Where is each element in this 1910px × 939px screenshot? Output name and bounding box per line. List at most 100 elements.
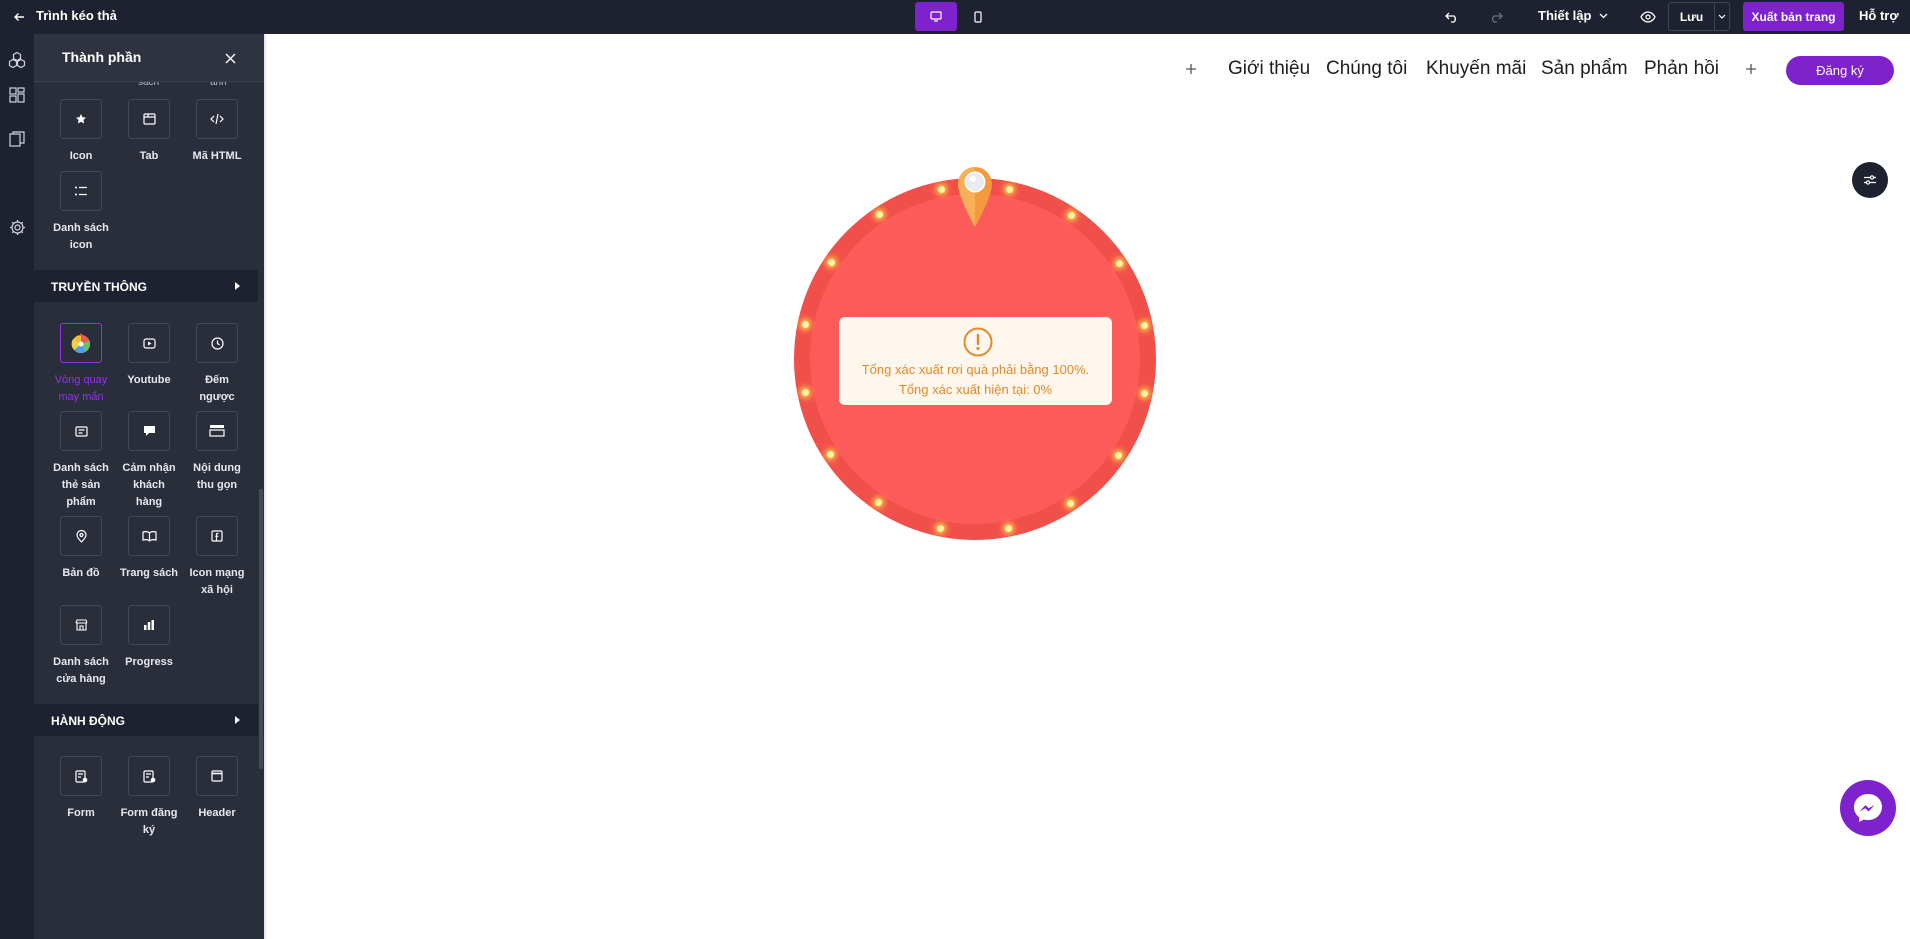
component-store-list[interactable]: Danh sách cửa hàng bbox=[51, 605, 111, 688]
component-label: Progress bbox=[125, 656, 173, 668]
settings-dropdown[interactable]: Thiết lập bbox=[1538, 8, 1608, 23]
component-progress[interactable]: Progress bbox=[119, 605, 179, 671]
component-social-icons[interactable]: Icon mạng xã hội bbox=[187, 516, 247, 599]
undo-icon[interactable] bbox=[1442, 7, 1462, 27]
component-label: Vòng quay may mắn bbox=[54, 374, 108, 403]
youtube-icon bbox=[142, 337, 156, 349]
probability-warning: Tổng xác xuất rơi quà phải bằng 100%. Tổ… bbox=[839, 317, 1112, 405]
facebook-icon bbox=[211, 530, 223, 542]
component-lucky-wheel[interactable]: Vòng quay may mắn bbox=[51, 323, 111, 406]
messenger-chat-button[interactable] bbox=[1840, 780, 1896, 836]
component-icon[interactable]: Icon bbox=[51, 99, 111, 165]
components-icon[interactable] bbox=[8, 51, 26, 69]
nav-item-phan-hoi[interactable]: Phản hồi bbox=[1644, 58, 1719, 80]
component-label: Danh sách cửa hàng bbox=[53, 656, 109, 685]
caret-right-icon bbox=[235, 282, 240, 290]
component-tab[interactable]: Tab bbox=[119, 99, 179, 165]
component-label: Header bbox=[198, 807, 236, 819]
testimonial-icon bbox=[143, 426, 155, 436]
save-options-dropdown[interactable] bbox=[1715, 2, 1730, 31]
redo-icon[interactable] bbox=[1486, 7, 1506, 27]
save-button[interactable]: Lưu bbox=[1668, 2, 1715, 31]
support-link[interactable]: Hỗ trợ bbox=[1859, 8, 1899, 23]
wheel-bulb bbox=[1004, 525, 1012, 533]
component-book[interactable]: Trang sách bbox=[119, 516, 179, 582]
cut-off-label: ảnh bbox=[210, 82, 227, 88]
sections-grid-icon[interactable] bbox=[8, 86, 26, 104]
wheel-pointer-icon bbox=[958, 167, 992, 227]
component-label: Cảm nhận khách hàng bbox=[122, 462, 176, 508]
back-arrow-icon[interactable] bbox=[10, 8, 28, 26]
component-youtube[interactable]: Youtube bbox=[119, 323, 179, 389]
component-label: Icon bbox=[69, 150, 93, 162]
sliders-settings-icon[interactable] bbox=[1852, 162, 1888, 198]
component-label: Nội dung thu gọn bbox=[193, 462, 241, 491]
component-html[interactable]: Mã HTML bbox=[187, 99, 247, 165]
book-icon bbox=[141, 531, 157, 542]
wheel-bulb bbox=[801, 388, 809, 396]
mobile-view-button[interactable] bbox=[957, 2, 999, 31]
component-map[interactable]: Bản đồ bbox=[51, 516, 111, 582]
wheel-bulb bbox=[1067, 499, 1075, 507]
panel-scrollbar[interactable] bbox=[259, 489, 263, 769]
list-icon bbox=[75, 186, 87, 196]
store-icon bbox=[74, 619, 88, 631]
app-title: Trình kéo thả bbox=[36, 8, 117, 23]
product-card-icon bbox=[74, 425, 88, 437]
nav-item-khuyen-mai[interactable]: Khuyến mãi bbox=[1426, 58, 1526, 80]
wheel-bulb bbox=[874, 498, 882, 506]
nav-item-chung-toi[interactable]: Chúng tôi bbox=[1326, 58, 1407, 80]
component-register-form[interactable]: Form đăng ký bbox=[119, 756, 179, 839]
component-label: Danh sách icon bbox=[53, 222, 109, 251]
clock-icon bbox=[210, 336, 224, 350]
wheel-bulb bbox=[1141, 389, 1149, 397]
section-title: TRUYỀN THÔNG bbox=[51, 280, 147, 294]
section-media-header[interactable]: TRUYỀN THÔNG bbox=[34, 270, 258, 302]
close-icon[interactable] bbox=[222, 50, 238, 66]
accordion-icon bbox=[209, 425, 225, 437]
wheel-bulb bbox=[1115, 259, 1123, 267]
component-countdown[interactable]: Đếm ngược bbox=[187, 323, 247, 406]
component-accordion[interactable]: Nội dung thu gọn bbox=[187, 411, 247, 494]
component-form[interactable]: Form bbox=[51, 756, 111, 822]
component-label: Đếm ngược bbox=[199, 374, 235, 403]
component-testimonials[interactable]: Cảm nhận khách hàng bbox=[119, 411, 179, 511]
signup-button[interactable]: Đăng ký bbox=[1786, 56, 1894, 85]
component-label: Danh sách thẻ sản phẩm bbox=[53, 462, 109, 508]
map-pin-icon bbox=[75, 529, 87, 543]
monitor-icon bbox=[930, 11, 942, 22]
star-icon bbox=[76, 114, 86, 124]
component-header[interactable]: Header bbox=[187, 756, 247, 822]
component-label: Form bbox=[67, 807, 95, 819]
desktop-view-button[interactable] bbox=[915, 2, 957, 31]
code-icon bbox=[210, 113, 224, 125]
component-icon-list[interactable]: Danh sách icon bbox=[51, 171, 111, 254]
section-actions-header[interactable]: HÀNH ĐỘNG bbox=[34, 704, 258, 736]
wheel-bulb bbox=[1005, 185, 1013, 193]
add-nav-item-right-icon[interactable] bbox=[1741, 59, 1761, 79]
pages-icon[interactable] bbox=[8, 130, 26, 148]
nav-item-gioi-thieu[interactable]: Giới thiệu bbox=[1228, 58, 1310, 80]
panel-header: Thành phần bbox=[34, 34, 264, 82]
component-label: Icon mạng xã hội bbox=[189, 567, 245, 596]
caret-right-icon bbox=[235, 716, 240, 724]
component-label: Mã HTML bbox=[192, 150, 242, 162]
form-icon bbox=[74, 769, 87, 783]
tab-icon bbox=[142, 113, 156, 125]
gear-icon[interactable] bbox=[8, 218, 26, 236]
cut-off-label: sách bbox=[138, 82, 160, 88]
warning-text-line1: Tổng xác xuất rơi quà phải bằng 100%. bbox=[861, 362, 1090, 377]
add-nav-item-left-icon[interactable] bbox=[1181, 59, 1201, 79]
publish-button[interactable]: Xuất bản trang bbox=[1743, 2, 1844, 31]
phone-icon bbox=[974, 10, 982, 23]
preview-eye-icon[interactable] bbox=[1638, 7, 1658, 27]
wheel-bulb bbox=[828, 258, 835, 266]
left-icon-rail bbox=[0, 34, 34, 939]
top-bar: Trình kéo thả Thiết lập Lưu Xuất bản tra… bbox=[0, 0, 1910, 34]
component-label: Tab bbox=[139, 150, 159, 162]
component-label: Form đăng ký bbox=[120, 807, 178, 836]
component-product-cards[interactable]: Danh sách thẻ sản phẩm bbox=[51, 411, 111, 511]
nav-item-san-pham[interactable]: Sản phẩm bbox=[1541, 58, 1628, 80]
header-icon bbox=[211, 770, 223, 782]
bar-chart-icon bbox=[144, 620, 154, 630]
